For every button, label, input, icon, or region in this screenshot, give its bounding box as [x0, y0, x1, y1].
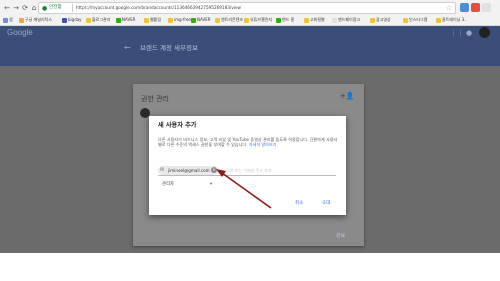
annotation-arrow-icon [216, 169, 272, 209]
